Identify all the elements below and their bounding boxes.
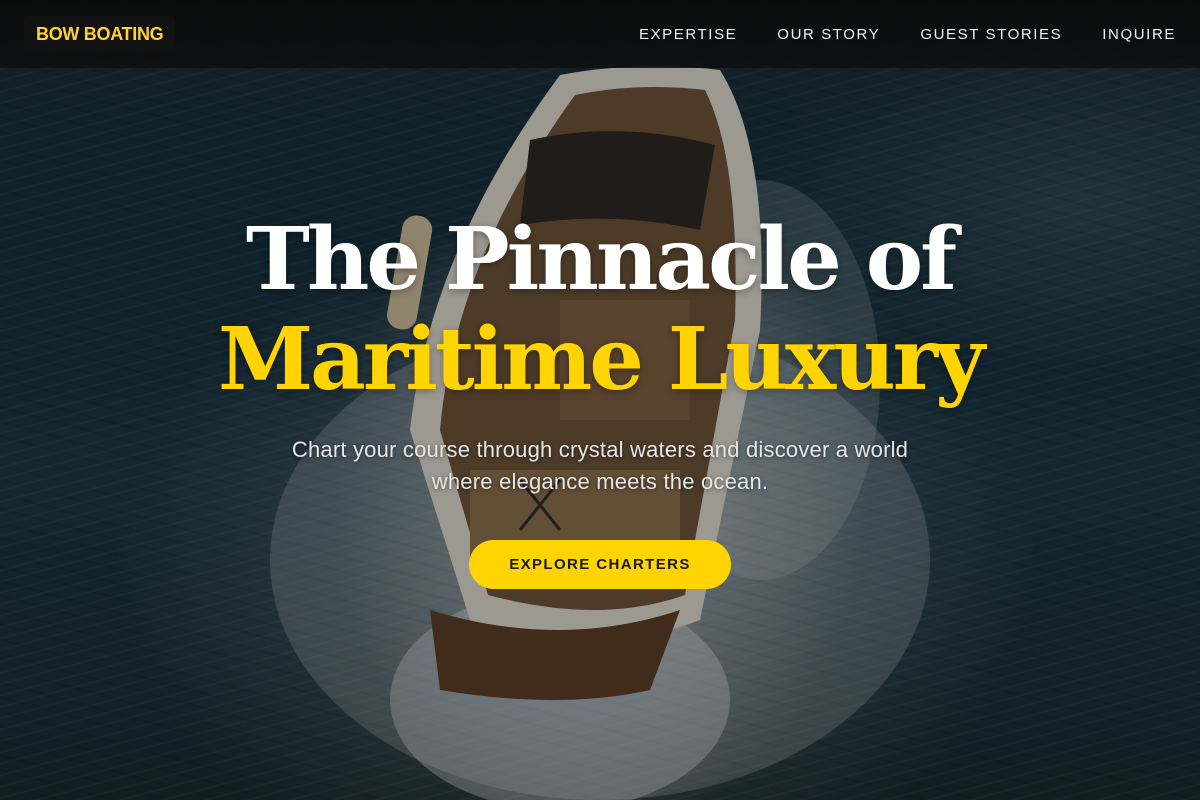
nav-link-guest-stories[interactable]: GUEST STORIES [920, 26, 1062, 43]
nav-links: EXPERTISE OUR STORY GUEST STORIES INQUIR… [639, 26, 1176, 43]
brand-logo[interactable]: BOW BOATING [24, 15, 176, 53]
hero-subtitle: Chart your course through crystal waters… [291, 437, 909, 494]
hero-section: BOW BOATING EXPERTISE OUR STORY GUEST ST… [0, 0, 1200, 800]
hero-headline-line1: The Pinnacle of [245, 209, 957, 310]
hero-headline-line2: Maritime Luxury [217, 309, 985, 410]
top-navbar: BOW BOATING EXPERTISE OUR STORY GUEST ST… [0, 0, 1200, 68]
explore-charters-button[interactable]: EXPLORE CHARTERS [469, 540, 731, 589]
nav-link-inquire[interactable]: INQUIRE [1102, 26, 1176, 43]
nav-link-our-story[interactable]: OUR STORY [777, 26, 880, 43]
nav-link-expertise[interactable]: EXPERTISE [639, 26, 737, 43]
hero-content: The Pinnacle of Maritime Luxury Chart yo… [0, 210, 1200, 589]
